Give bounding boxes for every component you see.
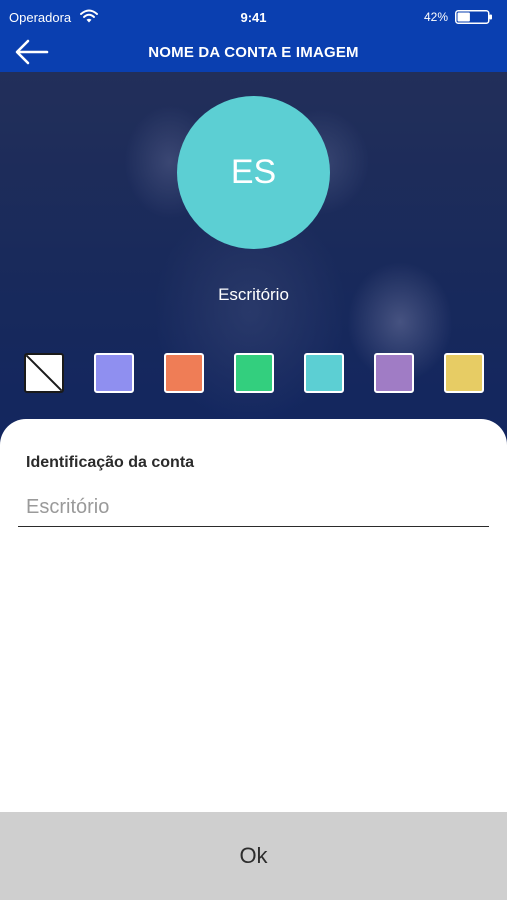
account-form-sheet: Identificação da conta [0, 419, 507, 812]
battery-icon [455, 10, 492, 24]
page-title: NOME DA CONTA E IMAGEM [148, 44, 359, 61]
nav-bar: NOME DA CONTA E IMAGEM [0, 34, 507, 72]
swatch-yellow[interactable] [444, 353, 484, 393]
background-photo: ES Escritório [0, 72, 507, 452]
battery-percent: 42% [423, 10, 448, 24]
account-name: Escritório [218, 285, 289, 304]
swatch-none[interactable] [24, 353, 64, 393]
account-name-input[interactable] [18, 489, 489, 527]
no-color-icon [26, 355, 62, 391]
avatar-initials: ES [230, 153, 277, 191]
swatch-green[interactable] [234, 353, 274, 393]
color-picker [0, 353, 507, 393]
avatar[interactable]: ES [177, 96, 330, 249]
swatch-turquoise[interactable] [304, 353, 344, 393]
swatch-purple[interactable] [374, 353, 414, 393]
ok-button[interactable]: Ok [0, 812, 507, 900]
status-bar: Operadora 9:41 42% [0, 0, 507, 34]
swatch-periwinkle[interactable] [94, 353, 134, 393]
swatch-orange[interactable] [164, 353, 204, 393]
account-id-label: Identificação da conta [26, 454, 195, 471]
